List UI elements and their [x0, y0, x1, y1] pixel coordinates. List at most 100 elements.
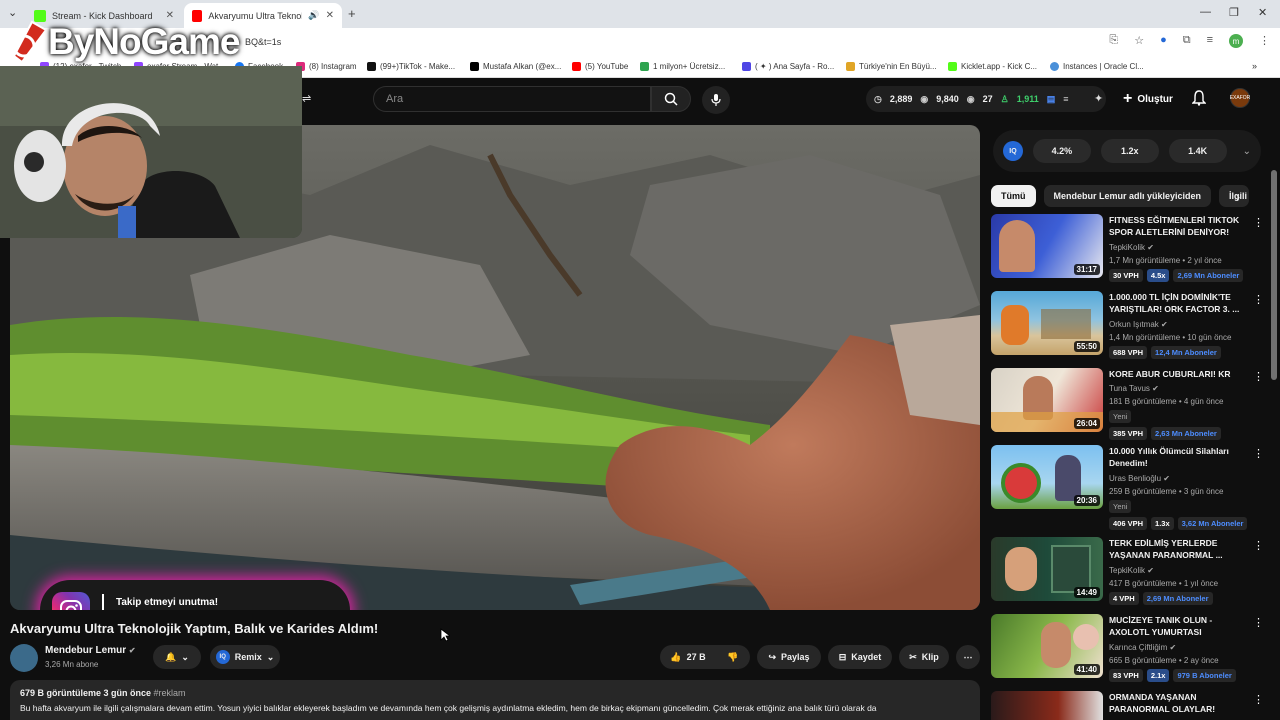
browser-menu-icon[interactable]: ⋮ — [1259, 34, 1270, 48]
profile-avatar[interactable]: m — [1229, 34, 1243, 48]
channel-name-text: Mendebur Lemur — [45, 645, 127, 656]
chevron-down-icon[interactable]: ⌄ — [1243, 146, 1251, 157]
account-avatar[interactable]: EXAFOR — [1230, 88, 1250, 108]
sparkle-icon[interactable]: ✦ — [1094, 92, 1103, 105]
bookmark-item[interactable]: (8) Instagram — [296, 62, 357, 71]
bookmark-star-icon[interactable]: ☆ — [1134, 34, 1144, 48]
channel-avatar[interactable] — [10, 644, 38, 672]
recommended-video[interactable]: 41:40 MUCİZEYE TANIK OLUN - AXOLOTL YUMU… — [991, 614, 1266, 691]
hashtag[interactable]: #reklam — [154, 688, 186, 698]
video-thumbnail[interactable]: 26:04 — [991, 368, 1103, 432]
channel-name[interactable]: Mendebur Lemur ✔ — [45, 645, 136, 656]
bell-icon: 🔔 — [165, 651, 177, 662]
recommended-video[interactable]: 55:50 1.000.000 TL İÇİN DOMİNİK'TE YARIŞ… — [991, 291, 1266, 368]
video-thumbnail[interactable]: 31:17 — [991, 214, 1103, 278]
more-bookmarks-icon[interactable]: » — [1252, 61, 1257, 71]
recommended-video[interactable]: 31:17 FITNESS EĞİTMENLERİ TIKTOK SPOR AL… — [991, 214, 1266, 291]
search-button[interactable] — [651, 86, 691, 112]
video-channel[interactable]: Orkun Işıtmak ✔ — [1109, 320, 1168, 329]
video-channel[interactable]: TepkiKolik ✔ — [1109, 566, 1154, 575]
new-badge: Yeni — [1109, 500, 1132, 513]
bookmark-item[interactable]: (99+)TikTok - Make... — [367, 62, 455, 71]
close-tab-icon[interactable]: ✕ — [326, 10, 334, 21]
video-thumbnail[interactable]: 41:40 — [991, 614, 1103, 678]
bookmark-item[interactable]: Instances | Oracle Cl... — [1050, 62, 1144, 71]
remix-button[interactable]: IQ Remix ⌄ — [210, 645, 280, 669]
filter-icon[interactable]: ⇌ — [302, 92, 311, 105]
more-vert-icon[interactable]: ⋮ — [1253, 447, 1264, 460]
video-thumbnail[interactable] — [991, 691, 1103, 720]
chevron-right-icon[interactable]: › — [1236, 190, 1240, 204]
bookmark-item[interactable]: (5) YouTube — [572, 62, 628, 71]
video-duration: 20:36 — [1073, 495, 1100, 506]
bookmark-item[interactable]: Mustafa Alkan (@ex... — [470, 62, 561, 71]
recommended-video[interactable]: ORMANDA YAŞANAN PARANORMAL OLAYLAR! ⋮ — [991, 691, 1266, 720]
list-icon[interactable]: ≡ — [1063, 94, 1068, 104]
maximize-icon[interactable]: ❐ — [1229, 6, 1239, 19]
more-vert-icon[interactable]: ⋮ — [1253, 370, 1264, 383]
video-duration: 26:04 — [1073, 418, 1100, 429]
bookmark-item[interactable]: 1 milyon+ Ücretsiz... — [640, 62, 725, 71]
extensions-icon[interactable]: ⧉ — [1183, 34, 1191, 48]
video-thumbnail[interactable]: 55:50 — [991, 291, 1103, 355]
chip-related[interactable]: İlgili — [1219, 185, 1250, 207]
video-channel[interactable]: Uras Benlioğlu ✔ — [1109, 474, 1170, 483]
extension-1-icon[interactable]: ● — [1160, 34, 1167, 48]
subscribe-notification-button[interactable]: 🔔 ⌄ — [153, 645, 201, 669]
voice-search-button[interactable] — [702, 86, 730, 114]
media-controls-icon[interactable]: ≡ — [1207, 34, 1213, 48]
url-field[interactable]: BQ&t=1s — [245, 37, 281, 47]
iq-stat-vph[interactable]: 1.4K — [1168, 139, 1227, 163]
recommended-video[interactable]: 20:36 10.000 Yıllık Ölümcül Silahları De… — [991, 445, 1266, 530]
tab-search-icon[interactable]: ⌄ — [8, 6, 17, 19]
more-vert-icon[interactable]: ⋮ — [1253, 539, 1264, 552]
dislike-button[interactable]: 👎 — [716, 645, 750, 669]
bookmark-item[interactable]: Türkiye'nin En Büyü... — [846, 62, 937, 71]
more-vert-icon[interactable]: ⋮ — [1253, 216, 1264, 229]
thumbs-up-icon: 👍 — [670, 651, 682, 662]
minimize-icon[interactable]: — — [1200, 6, 1211, 18]
video-meta: 1,4 Mn görüntüleme • 10 gün önce — [1109, 333, 1232, 342]
tab-label: Stream - Kick Dashboard — [52, 10, 153, 21]
chip-from-uploader[interactable]: Mendebur Lemur adlı yükleyiciden — [1043, 185, 1212, 207]
logo-text: ByNoGame — [48, 21, 240, 62]
more-vert-icon[interactable]: ⋮ — [1253, 616, 1264, 629]
clip-button[interactable]: ✂ Klip — [899, 645, 949, 669]
subscribers-badge: 2,63 Mn Aboneler — [1151, 427, 1221, 440]
more-vert-icon[interactable]: ⋮ — [1253, 693, 1264, 706]
stat-watching: 9,840 — [936, 94, 959, 104]
like-button[interactable]: 👍 27 B — [660, 645, 716, 669]
more-actions-button[interactable]: ⋯ — [956, 645, 980, 669]
video-thumbnail[interactable]: 20:36 — [991, 445, 1103, 509]
iq-stat-multiplier[interactable]: 1.2x — [1100, 139, 1159, 163]
search-input[interactable]: Ara — [373, 86, 651, 112]
create-button[interactable]: + Oluştur — [1115, 86, 1181, 112]
more-vert-icon[interactable]: ⋮ — [1253, 293, 1264, 306]
scrollbar-thumb[interactable] — [1271, 170, 1277, 380]
cta-subtitle: Takip etmeyi unutma! — [116, 597, 219, 608]
new-tab-button[interactable]: + — [348, 6, 356, 21]
video-thumbnail[interactable]: 14:49 — [991, 537, 1103, 601]
iq-stat-engagement[interactable]: 4.2% — [1032, 139, 1091, 163]
create-label: Oluştur — [1137, 93, 1173, 105]
chip-all[interactable]: Tümü — [991, 185, 1036, 207]
video-channel[interactable]: TepkiKolik ✔ — [1109, 243, 1154, 252]
video-channel[interactable]: Tuna Tavus ✔ — [1109, 384, 1159, 393]
share-button[interactable]: ↪ Paylaş — [757, 645, 821, 669]
video-title: FITNESS EĞİTMENLERİ TIKTOK SPOR ALETLERİ… — [1109, 215, 1240, 237]
save-button[interactable]: ⊟ Kaydet — [828, 645, 892, 669]
save-label: Kaydet — [851, 652, 882, 662]
video-channel[interactable]: Karınca Çiftliğim ✔ — [1109, 643, 1176, 652]
close-window-icon[interactable]: ✕ — [1258, 6, 1267, 19]
description-box[interactable]: 679 B görüntüleme 3 gün önce #reklam Bu … — [10, 680, 980, 720]
recommended-video[interactable]: 14:49 TERK EDİLMİŞ YERLERDE YAŞANAN PARA… — [991, 537, 1266, 614]
vph-badge: 406 VPH — [1109, 517, 1148, 530]
install-app-icon[interactable]: ⎘ — [1109, 34, 1118, 48]
speaker-icon[interactable]: 🔊 — [308, 10, 319, 21]
recommended-video[interactable]: 26:04 KORE ABUR CUBURLARI! KR Tuna Tavus… — [991, 368, 1266, 445]
bookmark-item[interactable]: ( ✦ ) Ana Sayfa - Ro... — [742, 62, 834, 71]
verified-icon: ✔ — [1147, 243, 1154, 252]
notifications-button[interactable] — [1191, 90, 1207, 111]
bookmark-item[interactable]: Kicklet.app - Kick C... — [948, 62, 1037, 71]
list-icon[interactable]: ▤ — [1047, 94, 1056, 105]
